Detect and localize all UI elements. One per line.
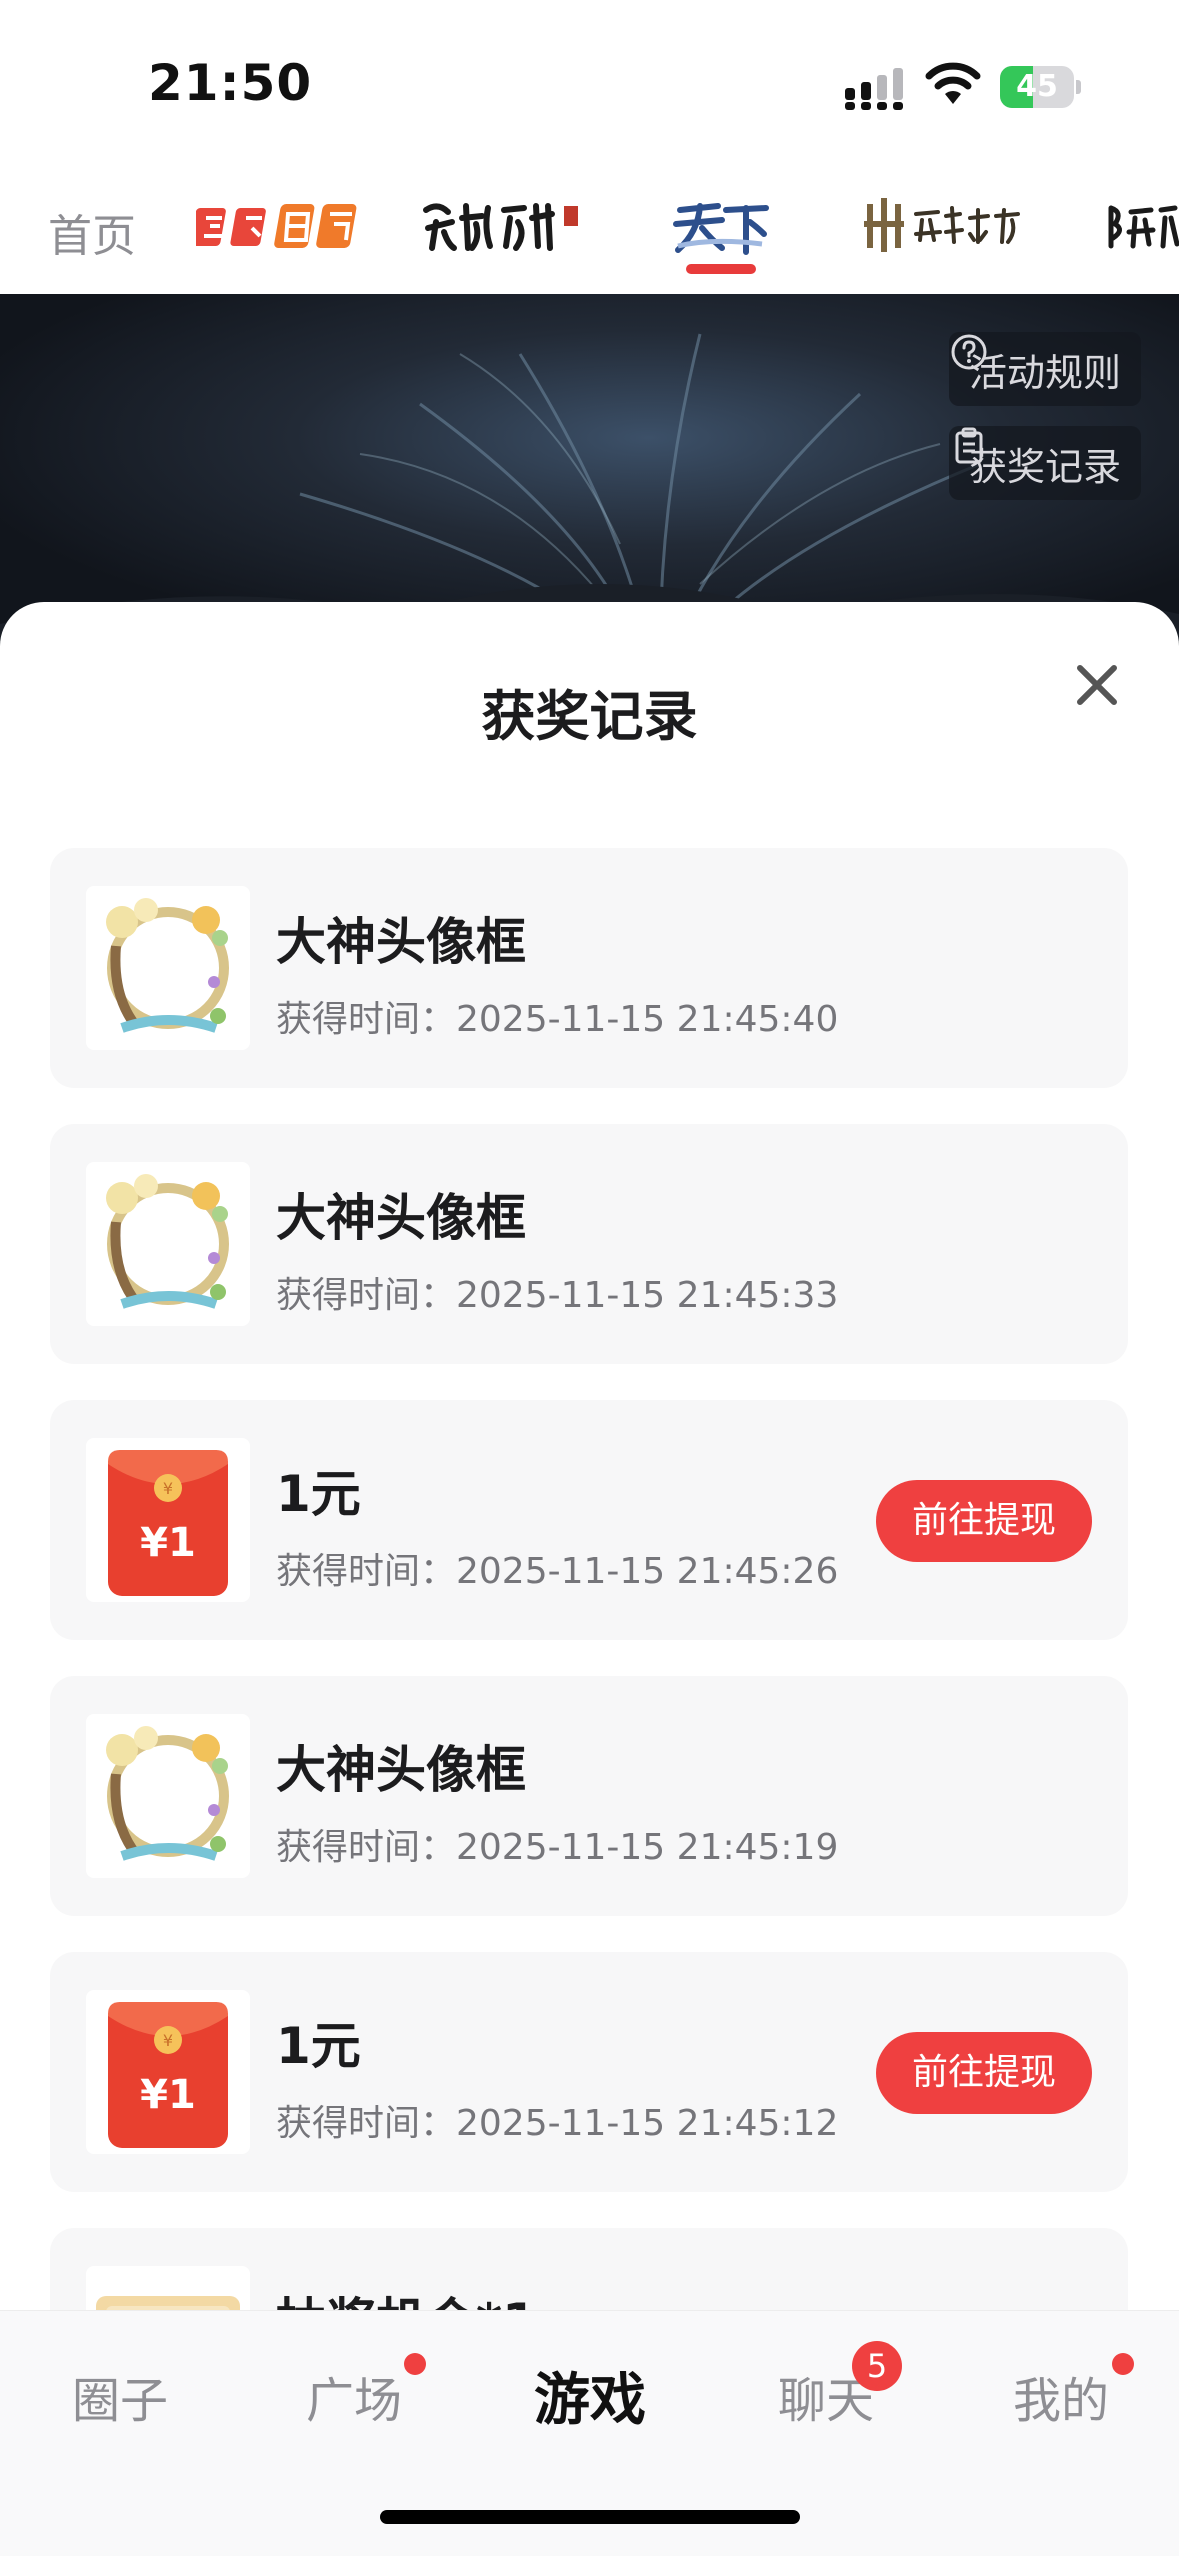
sheet-title: 获奖记录 [481, 685, 698, 748]
help-circle-icon [951, 334, 987, 370]
prize-records-button[interactable]: 获奖记录 [948, 426, 1141, 500]
tab-home[interactable]: 首页 [48, 200, 136, 264]
cellular-signal-icon [845, 68, 903, 110]
activity-rules-button[interactable]: 活动规则 [948, 332, 1141, 406]
record-name: 大神头像框 [276, 1741, 526, 1799]
red-envelope-icon: ¥ ¥1 [108, 2002, 228, 2148]
game-calendar-logo[interactable] [196, 188, 366, 264]
record-time: 获得时间：2025-11-15 21:45:33 [276, 1275, 839, 1316]
wifi-icon [925, 62, 981, 104]
record-time: 获得时间：2025-11-15 21:45:40 [276, 999, 839, 1040]
record-name: 大神头像框 [276, 1189, 526, 1247]
record-time: 获得时间：2025-11-15 21:45:26 [276, 1551, 839, 1592]
me-notification-dot [1112, 2353, 1134, 2375]
avatar-frame-thumbnail [86, 1714, 250, 1878]
home-indicator [380, 2510, 800, 2524]
svg-text:¥: ¥ [163, 2031, 173, 2050]
nav-games[interactable]: 游戏 [534, 2355, 646, 2436]
record-list: 大神头像框 获得时间：2025-11-15 21:45:40 大神头像框 获得时… [50, 848, 1128, 2504]
nav-me[interactable]: 我的 [1013, 2361, 1109, 2431]
avatar-frame-thumbnail [86, 886, 250, 1050]
clipboard-icon [955, 427, 983, 464]
battery-body: 45 [1000, 66, 1074, 108]
record-time: 获得时间：2025-11-15 21:45:12 [276, 2103, 839, 2144]
record-item: 大神头像框 获得时间：2025-11-15 21:45:19 [50, 1676, 1128, 1916]
active-tab-indicator [686, 264, 756, 274]
red-envelope-amount: ¥1 [140, 2072, 196, 2118]
plaza-notification-dot [404, 2353, 426, 2375]
record-name: 1元 [276, 2017, 361, 2075]
record-item: ¥ ¥1 1元 获得时间：2025-11-15 21:45:26 前往提现 [50, 1400, 1128, 1640]
avatar-frame-icon [106, 1174, 229, 1309]
tianxia-logo[interactable] [672, 188, 772, 264]
naraka-logo[interactable] [418, 188, 588, 264]
avatar-frame-icon [106, 898, 229, 1033]
yanyun-logo[interactable] [862, 188, 1032, 264]
avatar-frame-icon [106, 1726, 229, 1861]
svg-text:¥: ¥ [163, 1479, 173, 1498]
hero-banner: 活动规则 获奖记录 [0, 294, 1179, 654]
red-envelope-thumbnail: ¥ ¥1 [86, 1438, 250, 1602]
status-bar: 21:50 45 [0, 0, 1179, 160]
withdraw-button[interactable]: 前往提现 [876, 1480, 1092, 1562]
red-envelope-icon: ¥ ¥1 [108, 1450, 228, 1596]
chat-unread-badge: 5 [852, 2341, 902, 2391]
game-tab-bar: 首页 [0, 160, 1179, 294]
screen: 21:50 45 首页 活动规则 获奖记录 获奖记录 大神头像框 获得时间：20… [0, 0, 1179, 2556]
partial-game-logo[interactable] [1105, 188, 1179, 264]
close-icon[interactable] [1070, 658, 1124, 712]
battery-tip [1076, 80, 1081, 94]
red-envelope-amount: ¥1 [140, 1520, 196, 1566]
nav-circle[interactable]: 圈子 [72, 2361, 168, 2431]
record-item: ¥ ¥1 1元 获得时间：2025-11-15 21:45:12 前往提现 [50, 1952, 1128, 2192]
record-time: 获得时间：2025-11-15 21:45:19 [276, 1827, 839, 1868]
prize-records-label: 获奖记录 [968, 444, 1121, 489]
record-name: 1元 [276, 1465, 361, 1523]
nav-plaza[interactable]: 广场 [306, 2361, 402, 2431]
record-item: 大神头像框 获得时间：2025-11-15 21:45:33 [50, 1124, 1128, 1364]
prize-records-sheet: 获奖记录 大神头像框 获得时间：2025-11-15 21:45:40 大神头像… [0, 602, 1179, 2556]
activity-rules-label: 活动规则 [968, 350, 1121, 395]
record-name: 大神头像框 [276, 913, 526, 971]
battery-indicator: 45 [1000, 66, 1081, 108]
record-item: 大神头像框 获得时间：2025-11-15 21:45:40 [50, 848, 1128, 1088]
status-time: 21:50 [148, 54, 313, 112]
battery-percent: 45 [1016, 69, 1058, 104]
avatar-frame-thumbnail [86, 1162, 250, 1326]
withdraw-button[interactable]: 前往提现 [876, 2032, 1092, 2114]
red-envelope-thumbnail: ¥ ¥1 [86, 1990, 250, 2154]
